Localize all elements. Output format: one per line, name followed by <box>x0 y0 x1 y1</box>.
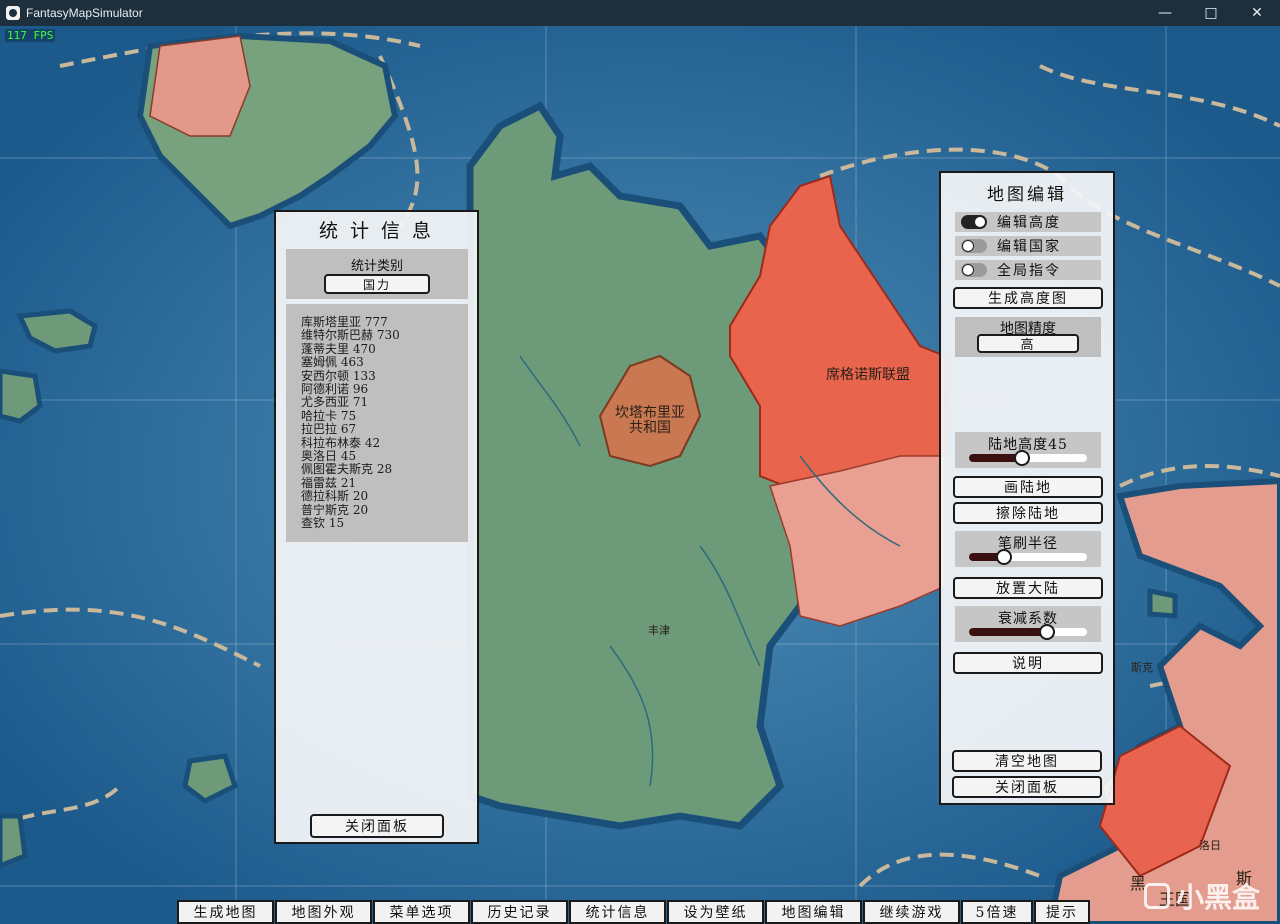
decay-knob[interactable] <box>1038 624 1055 640</box>
toolbar-statistics[interactable]: 统计信息 <box>569 900 666 924</box>
brush-track[interactable] <box>969 553 1087 561</box>
toggle-label-country: 编辑国家 <box>997 239 1061 255</box>
stats-panel: 统 计 信 息 统计类别 国力 库斯塔里亚 777 维特尔斯巴赫 730 蓬蒂夫里 … <box>274 210 479 844</box>
toolbar-speed[interactable]: 5倍速 <box>961 900 1033 924</box>
brush-knob[interactable] <box>996 549 1013 565</box>
minimize-icon: — <box>1158 5 1172 21</box>
toolbar-tips[interactable]: 提示 <box>1034 900 1090 924</box>
edit-close-button[interactable]: 关闭面板 <box>952 776 1102 798</box>
stats-list-item: 阿德利诺 96 <box>301 382 369 397</box>
land-height-knob[interactable] <box>1014 450 1031 466</box>
stats-list-item: 佩图霍夫斯克 28 <box>301 462 393 477</box>
stats-list-item: 奥洛日 45 <box>301 449 357 464</box>
map-label-kantabuli: 坎塔布里亚共和国 <box>615 405 685 436</box>
stats-category-dropdown[interactable]: 国力 <box>324 274 430 294</box>
toggle-switch-global[interactable] <box>961 263 987 277</box>
minimize-button[interactable]: — <box>1142 0 1188 26</box>
close-icon: ✕ <box>1251 5 1263 21</box>
toolbar-history[interactable]: 历史记录 <box>471 900 568 924</box>
decay-slider-box: 衰减系数 <box>955 606 1101 642</box>
bottom-toolbar: 生成地图 地图外观 菜单选项 历史记录 统计信息 设为壁纸 地图编辑 继续游戏 … <box>177 900 1091 924</box>
stats-list-item: 德拉科斯 20 <box>301 489 369 504</box>
stats-panel-title: 统 计 信 息 <box>318 220 435 242</box>
map-label-xigenuo: 席格诺斯联盟 <box>826 367 910 383</box>
precision-dropdown[interactable]: 高 <box>977 334 1079 353</box>
stats-list: 库斯塔里亚 777 维特尔斯巴赫 730 蓬蒂夫里 470 塞姆佩 463 安西尔顿 1… <box>301 315 400 531</box>
draw-land-button[interactable]: 画陆地 <box>953 476 1103 498</box>
watermark-logo-icon <box>1143 883 1170 909</box>
fps-counter: 117 FPS <box>5 29 56 42</box>
decay-track[interactable] <box>969 628 1087 636</box>
toggle-switch-country[interactable] <box>961 239 987 253</box>
toolbar-continue-game[interactable]: 继续游戏 <box>863 900 960 924</box>
toolbar-generate-map[interactable]: 生成地图 <box>177 900 274 924</box>
stats-list-item: 尤多西亚 71 <box>301 395 369 410</box>
edit-panel: 地图编辑 编辑高度 编辑国家 全局指令 生成高度图 地图精度 高 陆地高度45 … <box>939 171 1115 805</box>
land-height-slider-box: 陆地高度45 <box>955 432 1101 468</box>
window-title: FantasyMapSimulator <box>26 6 143 20</box>
toolbar-set-wallpaper[interactable]: 设为壁纸 <box>667 900 764 924</box>
map-label-right-city: 洛日 <box>1199 839 1221 852</box>
toggle-switch-height[interactable] <box>961 215 987 229</box>
stats-category-box: 统计类别 国力 <box>286 249 468 299</box>
watermark-text: 小黑盒 <box>1175 881 1260 914</box>
app-icon <box>6 6 20 20</box>
stats-list-item: 普宁斯克 20 <box>301 502 369 517</box>
stats-list-item: 塞姆佩 463 <box>301 355 364 370</box>
help-button[interactable]: 说明 <box>953 652 1103 674</box>
stats-list-item: 维特尔斯巴赫 730 <box>301 328 400 343</box>
brush-label: 笔刷半径 <box>998 536 1058 552</box>
generate-heightmap-button[interactable]: 生成高度图 <box>953 287 1103 309</box>
brush-slider-box: 笔刷半径 <box>955 531 1101 567</box>
toggle-label-global: 全局指令 <box>997 263 1061 279</box>
map-label-fengjin: 丰津 <box>648 624 670 637</box>
toggle-edit-country[interactable]: 编辑国家 <box>955 236 1101 256</box>
toggle-label-height: 编辑高度 <box>997 215 1061 231</box>
stats-close-button[interactable]: 关闭面板 <box>310 814 444 838</box>
precision-box: 地图精度 高 <box>955 317 1101 357</box>
edit-panel-title: 地图编辑 <box>987 185 1067 205</box>
stats-list-item: 查钦 15 <box>301 516 345 531</box>
decay-fill <box>969 628 1047 636</box>
map-label-right-edge: 斯克 <box>1131 661 1153 674</box>
close-window-button[interactable]: ✕ <box>1234 0 1280 26</box>
maximize-button[interactable]: □ <box>1188 0 1234 26</box>
clear-map-button[interactable]: 清空地图 <box>952 750 1102 772</box>
place-continent-button[interactable]: 放置大陆 <box>953 577 1103 599</box>
toolbar-menu-options[interactable]: 菜单选项 <box>373 900 470 924</box>
stats-list-item: 拉巴拉 67 <box>301 422 357 437</box>
land-height-label: 陆地高度45 <box>988 437 1068 453</box>
erase-land-button[interactable]: 擦除陆地 <box>953 502 1103 524</box>
toggle-edit-height[interactable]: 编辑高度 <box>955 212 1101 232</box>
watermark: 小黑盒 <box>1143 876 1260 916</box>
toggle-global-command[interactable]: 全局指令 <box>955 260 1101 280</box>
decay-label: 衰减系数 <box>998 611 1058 627</box>
stats-category-label: 统计类别 <box>350 259 403 274</box>
toolbar-map-appearance[interactable]: 地图外观 <box>275 900 372 924</box>
stats-list-box: 库斯塔里亚 777 维特尔斯巴赫 730 蓬蒂夫里 470 塞姆佩 463 安西尔顿 1… <box>286 304 468 542</box>
title-bar: FantasyMapSimulator — □ ✕ <box>0 0 1280 26</box>
maximize-icon: □ <box>1204 5 1218 21</box>
toolbar-map-edit[interactable]: 地图编辑 <box>765 900 862 924</box>
